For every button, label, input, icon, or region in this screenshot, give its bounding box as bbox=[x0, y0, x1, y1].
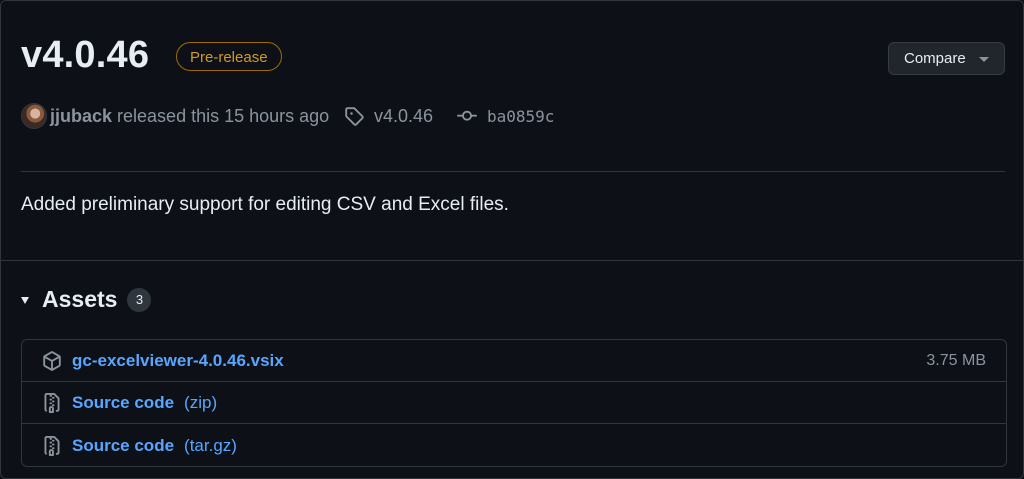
compare-button[interactable]: Compare bbox=[888, 42, 1005, 75]
tag-label: v4.0.46 bbox=[374, 105, 434, 126]
avatar[interactable] bbox=[21, 103, 47, 129]
asset-row-zip: Source code (zip) bbox=[22, 382, 1006, 424]
tag-icon bbox=[345, 107, 364, 126]
release-title[interactable]: v4.0.46 bbox=[21, 31, 149, 79]
commit-link[interactable]: ba0859c bbox=[457, 106, 554, 126]
asset-format-zip[interactable]: (zip) bbox=[184, 393, 217, 413]
assets-list: gc-excelviewer-4.0.46.vsix 3.75 MB Sourc… bbox=[21, 339, 1007, 467]
asset-link-vsix[interactable]: gc-excelviewer-4.0.46.vsix bbox=[72, 351, 284, 371]
commit-icon bbox=[457, 110, 477, 121]
assets-title: Assets bbox=[42, 286, 118, 312]
asset-format-targz[interactable]: (tar.gz) bbox=[184, 436, 237, 456]
file-zip-icon bbox=[44, 392, 60, 413]
release-description: Added preliminary support for editing CS… bbox=[21, 194, 509, 215]
asset-link-source-targz[interactable]: Source code bbox=[72, 436, 174, 456]
asset-row-vsix: gc-excelviewer-4.0.46.vsix 3.75 MB bbox=[22, 340, 1006, 382]
triangle-down-icon bbox=[21, 297, 29, 304]
asset-link-source-zip[interactable]: Source code bbox=[72, 393, 174, 413]
section-divider bbox=[1, 260, 1023, 261]
commit-sha: ba0859c bbox=[487, 106, 555, 126]
release-meta: jjuback released this 15 hours ago v4.0.… bbox=[21, 101, 554, 131]
compare-label: Compare bbox=[904, 50, 966, 67]
assets-count-badge: 3 bbox=[127, 287, 152, 312]
release-card: v4.0.46 Pre-release Compare jjuback rele… bbox=[0, 0, 1024, 479]
release-header: v4.0.46 Pre-release Compare jjuback rele… bbox=[21, 1, 1005, 172]
file-zip-icon bbox=[44, 435, 60, 456]
released-time: released this 15 hours ago bbox=[117, 105, 330, 126]
chevron-down-icon bbox=[979, 57, 989, 62]
package-icon bbox=[43, 350, 61, 371]
author-link[interactable]: jjuback bbox=[50, 106, 112, 127]
asset-row-targz: Source code (tar.gz) bbox=[22, 424, 1006, 466]
assets-toggle[interactable]: Assets 3 bbox=[21, 286, 152, 313]
prerelease-badge: Pre-release bbox=[176, 42, 282, 71]
asset-size: 3.75 MB bbox=[926, 351, 986, 369]
tag-link[interactable]: v4.0.46 bbox=[344, 106, 433, 127]
